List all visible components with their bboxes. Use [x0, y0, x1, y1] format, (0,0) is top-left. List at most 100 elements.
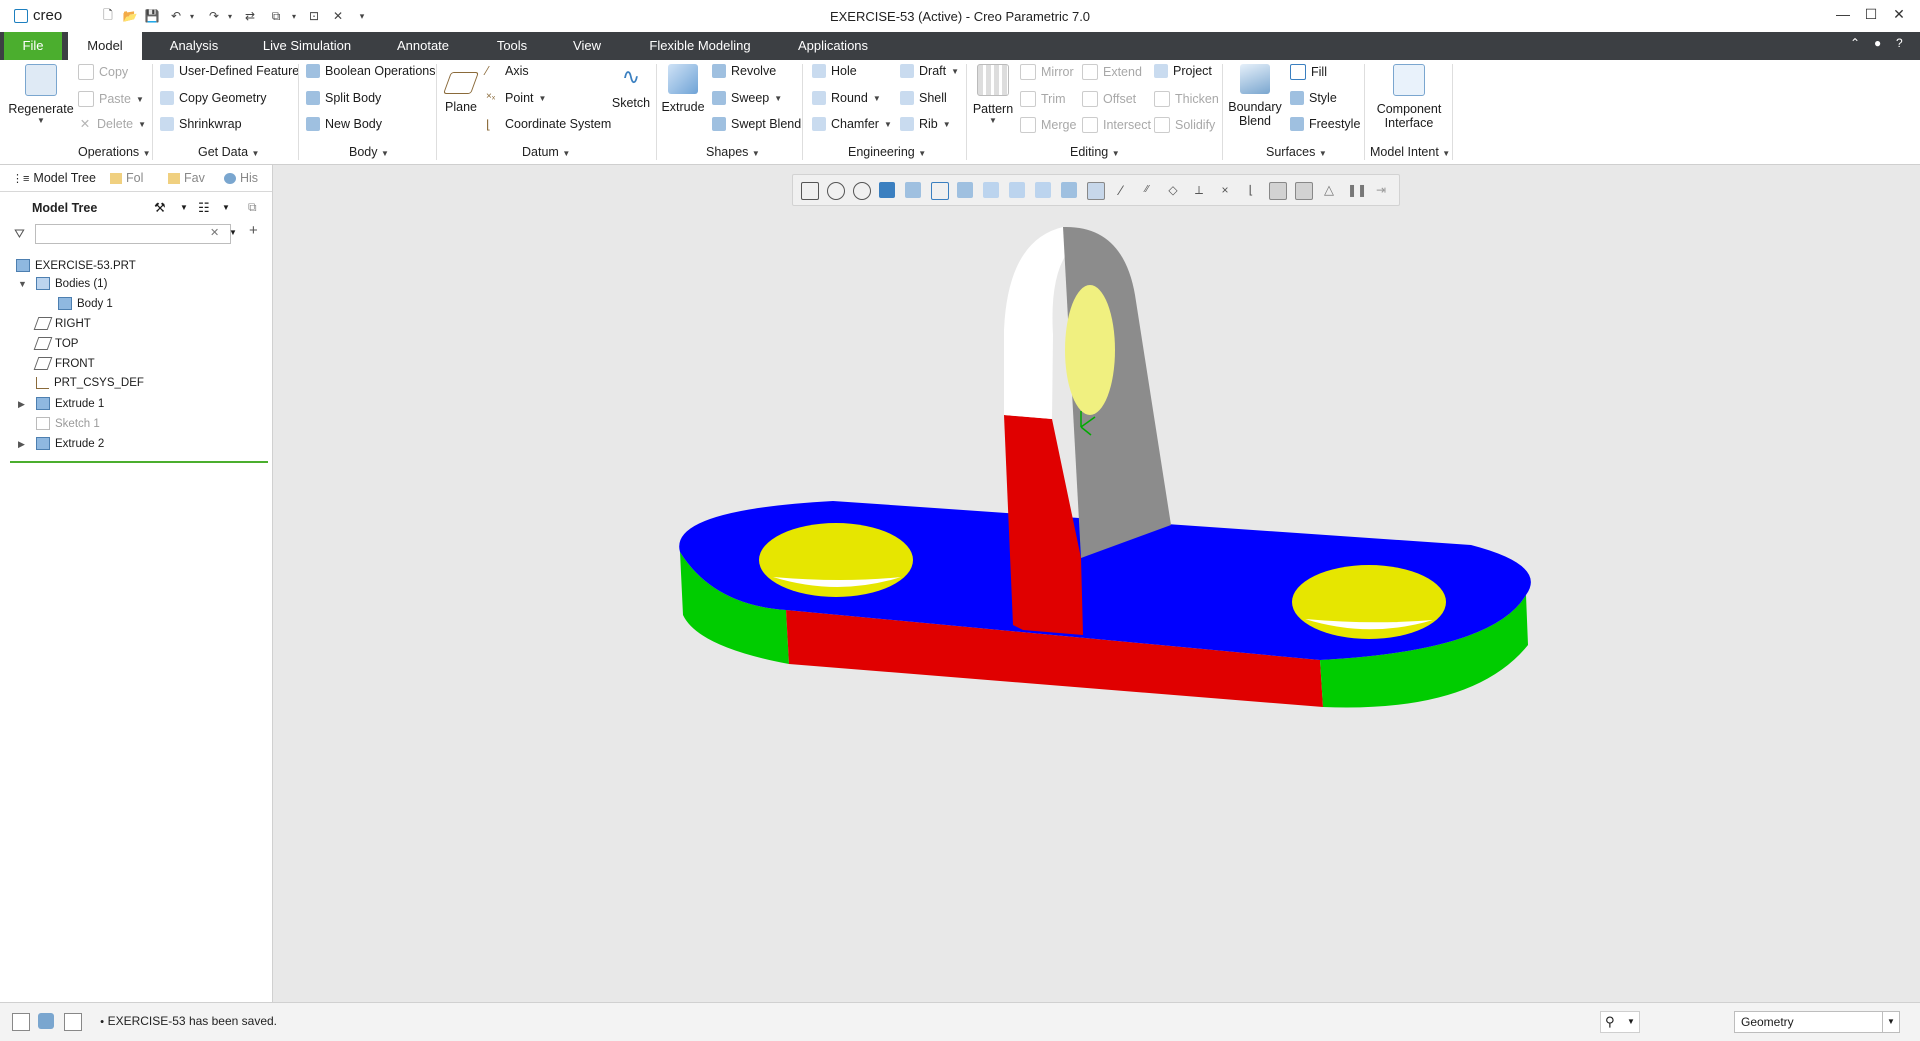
axis-display-icon[interactable]: ⁄⁄	[1139, 182, 1155, 198]
tab-model-tree[interactable]: ⋮≡ Model Tree	[12, 171, 96, 185]
plane-button[interactable]: Plane	[442, 64, 480, 114]
tab-analysis[interactable]: Analysis	[158, 32, 230, 60]
tab-annotate[interactable]: Annotate	[388, 32, 458, 60]
offset-button[interactable]: Offset	[1082, 91, 1136, 107]
full-screen-icon[interactable]	[64, 1013, 82, 1031]
repaint-icon[interactable]	[879, 182, 895, 198]
group-shapes[interactable]: Shapes ▼	[706, 145, 760, 159]
style-button[interactable]: Style	[1290, 91, 1337, 105]
spin-center-display-icon[interactable]	[1269, 182, 1287, 200]
perspective-view-icon[interactable]	[1009, 182, 1025, 198]
point-tag-display-icon[interactable]: ×	[1217, 182, 1233, 198]
spin-center-icon[interactable]	[1035, 182, 1051, 198]
tree-settings-dropdown-icon[interactable]: ▼	[180, 203, 188, 212]
collapse-ribbon-icon[interactable]: ⌃	[1850, 36, 1860, 50]
csys-display-icon[interactable]: ⟂	[1191, 182, 1207, 198]
freestyle-button[interactable]: Freestyle	[1290, 117, 1360, 131]
tree-settings-icon[interactable]: ⚒	[154, 200, 166, 216]
delete-button[interactable]: ✕ Delete ▼	[78, 117, 146, 131]
tab-history[interactable]: His	[224, 171, 258, 185]
tree-item-csys[interactable]: PRT_CSYS_DEF	[36, 377, 144, 389]
component-interface-button[interactable]: Component Interface	[1372, 64, 1446, 130]
command-search-icon[interactable]: ⇥	[1373, 182, 1389, 198]
chamfer-button[interactable]: Chamfer ▼	[812, 117, 892, 131]
clear-search-icon[interactable]: ✕	[210, 226, 219, 239]
filter-dropdown-icon[interactable]: ▼	[229, 228, 237, 237]
tab-applications[interactable]: Applications	[790, 32, 876, 60]
shrinkwrap-button[interactable]: Shrinkwrap	[160, 117, 242, 131]
tab-live-simulation[interactable]: Live Simulation	[254, 32, 360, 60]
point-button[interactable]: ×ₓ Point ▼	[486, 91, 546, 105]
expand-icon[interactable]: ▶	[18, 439, 25, 450]
revolve-button[interactable]: Revolve	[712, 64, 776, 78]
tree-item-extrude[interactable]: Extrude 2	[36, 437, 104, 450]
insert-here-indicator[interactable]	[10, 461, 268, 463]
solidify-button[interactable]: Solidify	[1154, 117, 1215, 133]
shell-button[interactable]: Shell	[900, 91, 947, 105]
tree-item-part[interactable]: EXERCISE-53.PRT	[16, 259, 136, 272]
group-body[interactable]: Body ▼	[349, 145, 389, 159]
rib-button[interactable]: Rib ▼	[900, 117, 951, 131]
tree-item-datum-plane[interactable]: TOP	[33, 337, 78, 350]
mirror-button[interactable]: Mirror	[1020, 64, 1074, 80]
hole-button[interactable]: Hole	[812, 64, 857, 78]
boundary-blend-button[interactable]: Boundary Blend	[1226, 64, 1284, 128]
graphics-viewport[interactable]	[273, 165, 1920, 1002]
zoom-out-icon[interactable]	[853, 182, 871, 200]
intersect-button[interactable]: Intersect	[1082, 117, 1151, 133]
split-body-button[interactable]: Split Body	[306, 91, 381, 105]
show-dropdown-icon[interactable]: ▼	[222, 203, 230, 212]
tree-item-extrude[interactable]: Extrude 1	[36, 397, 104, 410]
close-button[interactable]: ✕	[1884, 6, 1914, 26]
round-button[interactable]: Round ▼	[812, 91, 881, 105]
notification-icon[interactable]: ●	[1874, 36, 1881, 50]
saved-orientations-icon[interactable]	[931, 182, 949, 200]
udf-button[interactable]: User-Defined Feature	[160, 64, 299, 78]
find-button[interactable]: ⚲ ▼	[1600, 1011, 1640, 1033]
tree-item-bodies[interactable]: Bodies (1)	[36, 277, 107, 290]
tree-item-datum-plane[interactable]: RIGHT	[33, 317, 91, 330]
group-get-data[interactable]: Get Data ▼	[198, 145, 259, 159]
minimize-button[interactable]: —	[1828, 6, 1858, 26]
plane-display-icon[interactable]: ⁄	[1113, 182, 1129, 198]
group-operations[interactable]: Operations ▼	[78, 145, 151, 159]
display-style-icon[interactable]	[957, 182, 973, 198]
tree-item-sketch[interactable]: Sketch 1	[36, 417, 100, 430]
group-editing[interactable]: Editing ▼	[1070, 145, 1120, 159]
sweep-button[interactable]: Sweep ▼	[712, 91, 782, 105]
axis-button[interactable]: ⁄ Axis	[486, 64, 529, 78]
tab-favorites[interactable]: Fav	[168, 171, 205, 185]
tree-item-datum-plane[interactable]: FRONT	[33, 357, 95, 370]
tab-model[interactable]: Model	[68, 32, 142, 60]
appearance-icon[interactable]: △	[1321, 182, 1337, 198]
tree-columns-icon[interactable]: ⧉	[248, 200, 257, 215]
group-engineering[interactable]: Engineering ▼	[848, 145, 926, 159]
swept-blend-button[interactable]: Swept Blend	[712, 117, 801, 131]
add-icon[interactable]: +	[249, 222, 258, 239]
boolean-operations-button[interactable]: Boolean Operations	[306, 64, 436, 78]
view-manager-icon[interactable]	[983, 182, 999, 198]
reorient-icon[interactable]	[905, 182, 921, 198]
tab-view[interactable]: View	[566, 32, 608, 60]
tab-flexible-modeling[interactable]: Flexible Modeling	[640, 32, 760, 60]
thicken-button[interactable]: Thicken	[1154, 91, 1219, 107]
model-3d-view[interactable]	[273, 165, 1920, 1002]
new-body-button[interactable]: New Body	[306, 117, 382, 131]
regenerate-button[interactable]: Regenerate ▼	[8, 64, 74, 125]
maximize-button[interactable]: ☐	[1856, 6, 1886, 26]
tab-folder-browser[interactable]: Fol	[110, 171, 143, 185]
tree-search-input[interactable]	[35, 224, 231, 244]
sketch-button[interactable]: ∿ Sketch	[610, 64, 652, 110]
3d-annotation-display-icon[interactable]	[1295, 182, 1313, 200]
zoom-in-icon[interactable]	[827, 182, 845, 200]
pause-icon[interactable]: ❚❚	[1347, 182, 1367, 198]
extend-button[interactable]: Extend	[1082, 64, 1142, 80]
expand-icon[interactable]: ▶	[18, 399, 25, 410]
tab-tools[interactable]: Tools	[490, 32, 534, 60]
tab-file[interactable]: File	[4, 32, 62, 60]
annotation-display-icon[interactable]	[1061, 182, 1077, 198]
pattern-button[interactable]: Pattern ▼	[970, 64, 1016, 125]
selection-filter-select[interactable]: Geometry ▼	[1734, 1011, 1900, 1033]
collapse-icon[interactable]: ▼	[18, 279, 27, 289]
show-icon[interactable]: ☷	[198, 200, 210, 216]
